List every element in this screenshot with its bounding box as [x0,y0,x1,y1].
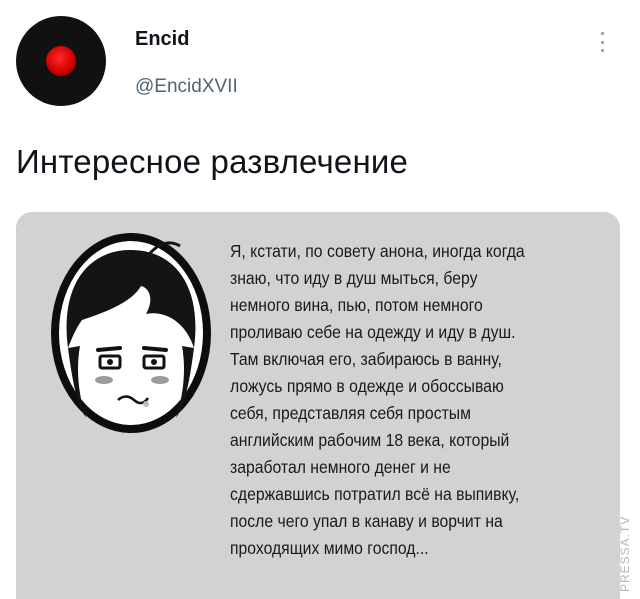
caption-line: себя, представляя себя простым [230,403,471,423]
caption-line: Я, кстати, по совету анона, иногда когда [230,241,525,261]
avatar[interactable] [16,16,106,106]
caption-line: ложусь прямо в одежде и обоссываю [230,376,504,396]
tweet-text: Интересное развлечение [16,143,409,180]
caption-line: проливаю себе на одежду и иду в душ. [230,322,516,342]
image-caption-text: Я, кстати, по совету анона, иногда когда… [230,238,572,562]
author-handle[interactable]: @EncidXVII [135,76,238,98]
watermark: PRESSA.TV [618,515,632,592]
caption-line: после чего упал в канаву и ворчит на [230,511,503,531]
anime-girl-illustration [51,233,211,433]
more-dot [600,49,604,52]
caption-line: сдержавшись потратил всё на выпивку, [230,484,520,504]
caption-line: заработал немного денег и не [230,457,451,477]
caption-line: английским рабочим 18 века, который [230,430,510,450]
caption-line: знаю, что иду в душ мыться, беру [230,268,478,288]
caption-line: Там включая его, забираюсь в ванну, [230,349,502,369]
more-dot [600,40,604,44]
author-display-name[interactable]: Encid [135,28,189,51]
tweet-media-image[interactable]: Я, кстати, по совету анона, иногда когда… [16,212,620,599]
more-vertical-icon[interactable] [596,30,608,54]
caption-line: немного вина, пью, потом немного [230,295,483,315]
avatar-red-dot [46,46,76,76]
caption-line: проходящих мимо господ... [230,538,429,558]
more-dot [600,32,604,35]
